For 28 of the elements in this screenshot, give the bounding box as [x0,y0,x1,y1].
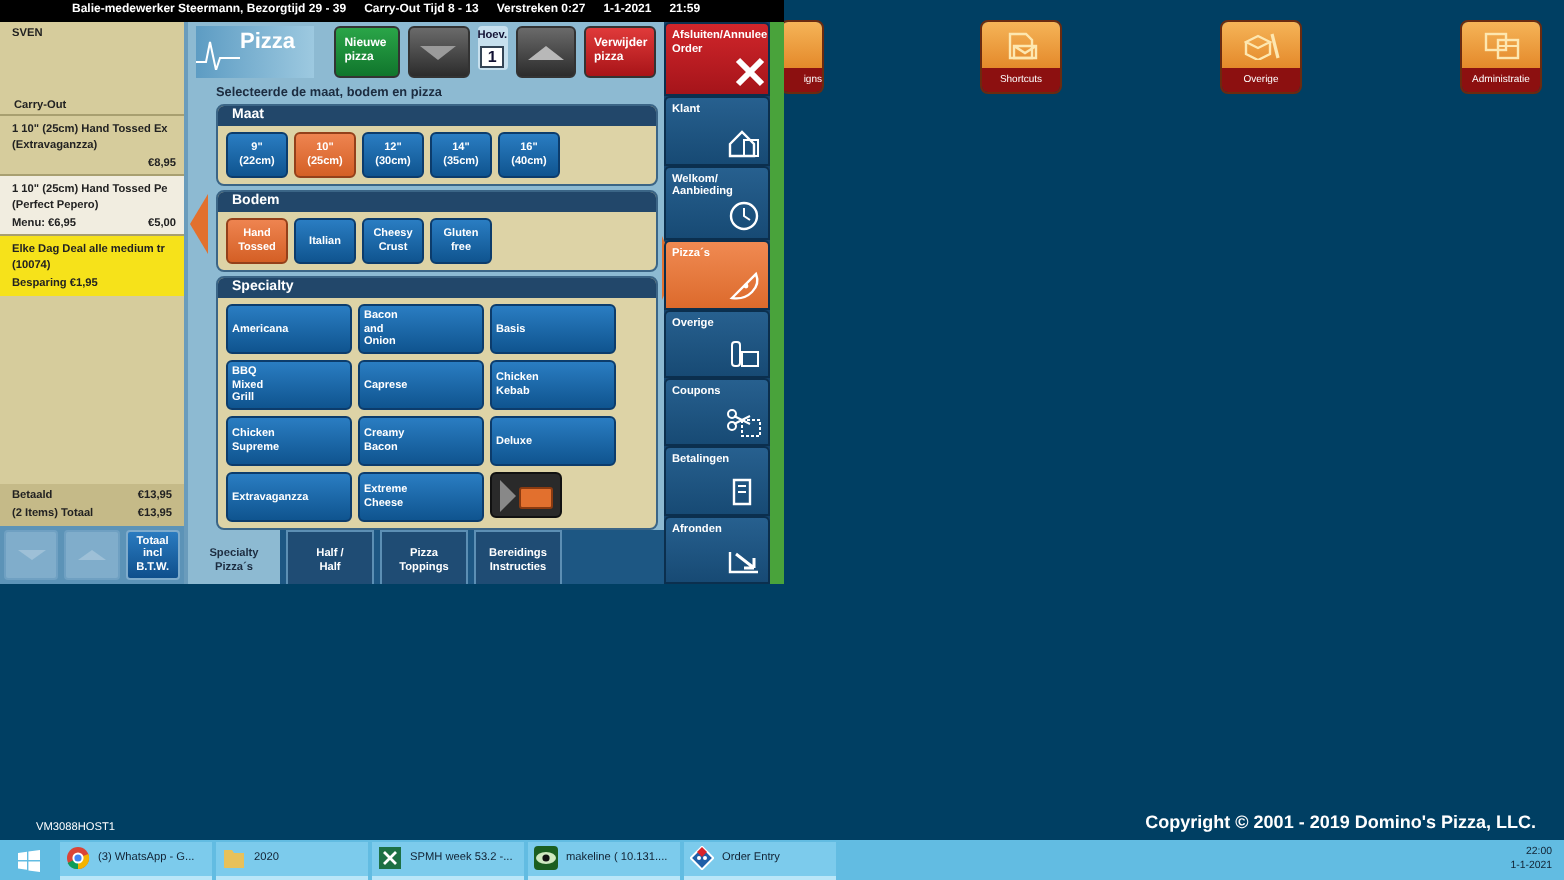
clock-icon [726,200,762,233]
left-arrow-icon [190,194,208,254]
panel-title: Pizza [240,28,296,58]
play-card-icon [496,475,556,516]
browser-icon [66,846,90,870]
bottle-icon [726,337,762,370]
decrease-button[interactable] [408,26,470,78]
spreadsheet-icon [378,846,402,870]
envelope-icon [1005,31,1037,59]
start-icon [17,849,39,871]
up-arrow-icon [527,45,564,59]
folder-icon [222,846,246,870]
domino-icon [690,846,714,870]
close-icon [731,56,768,89]
eye-icon [534,846,558,870]
next-page-button[interactable] [490,472,562,519]
down-arrow-icon [420,45,457,59]
quantity-field[interactable]: 1 [480,46,505,69]
house-icon [726,125,762,158]
down-arrow-icon [17,550,46,560]
increase-button[interactable] [515,26,576,78]
copyright-text: Copyright © 2001 - 2019 Domino's Pizza, LLC. [1145,809,1536,836]
up-arrow-icon [77,550,106,560]
scissors-icon [726,406,762,439]
heartbeat-line-icon [196,38,240,70]
pizza-slice-icon [726,269,762,302]
windows-icon [1483,31,1519,59]
toolbox-icon [1243,31,1279,59]
